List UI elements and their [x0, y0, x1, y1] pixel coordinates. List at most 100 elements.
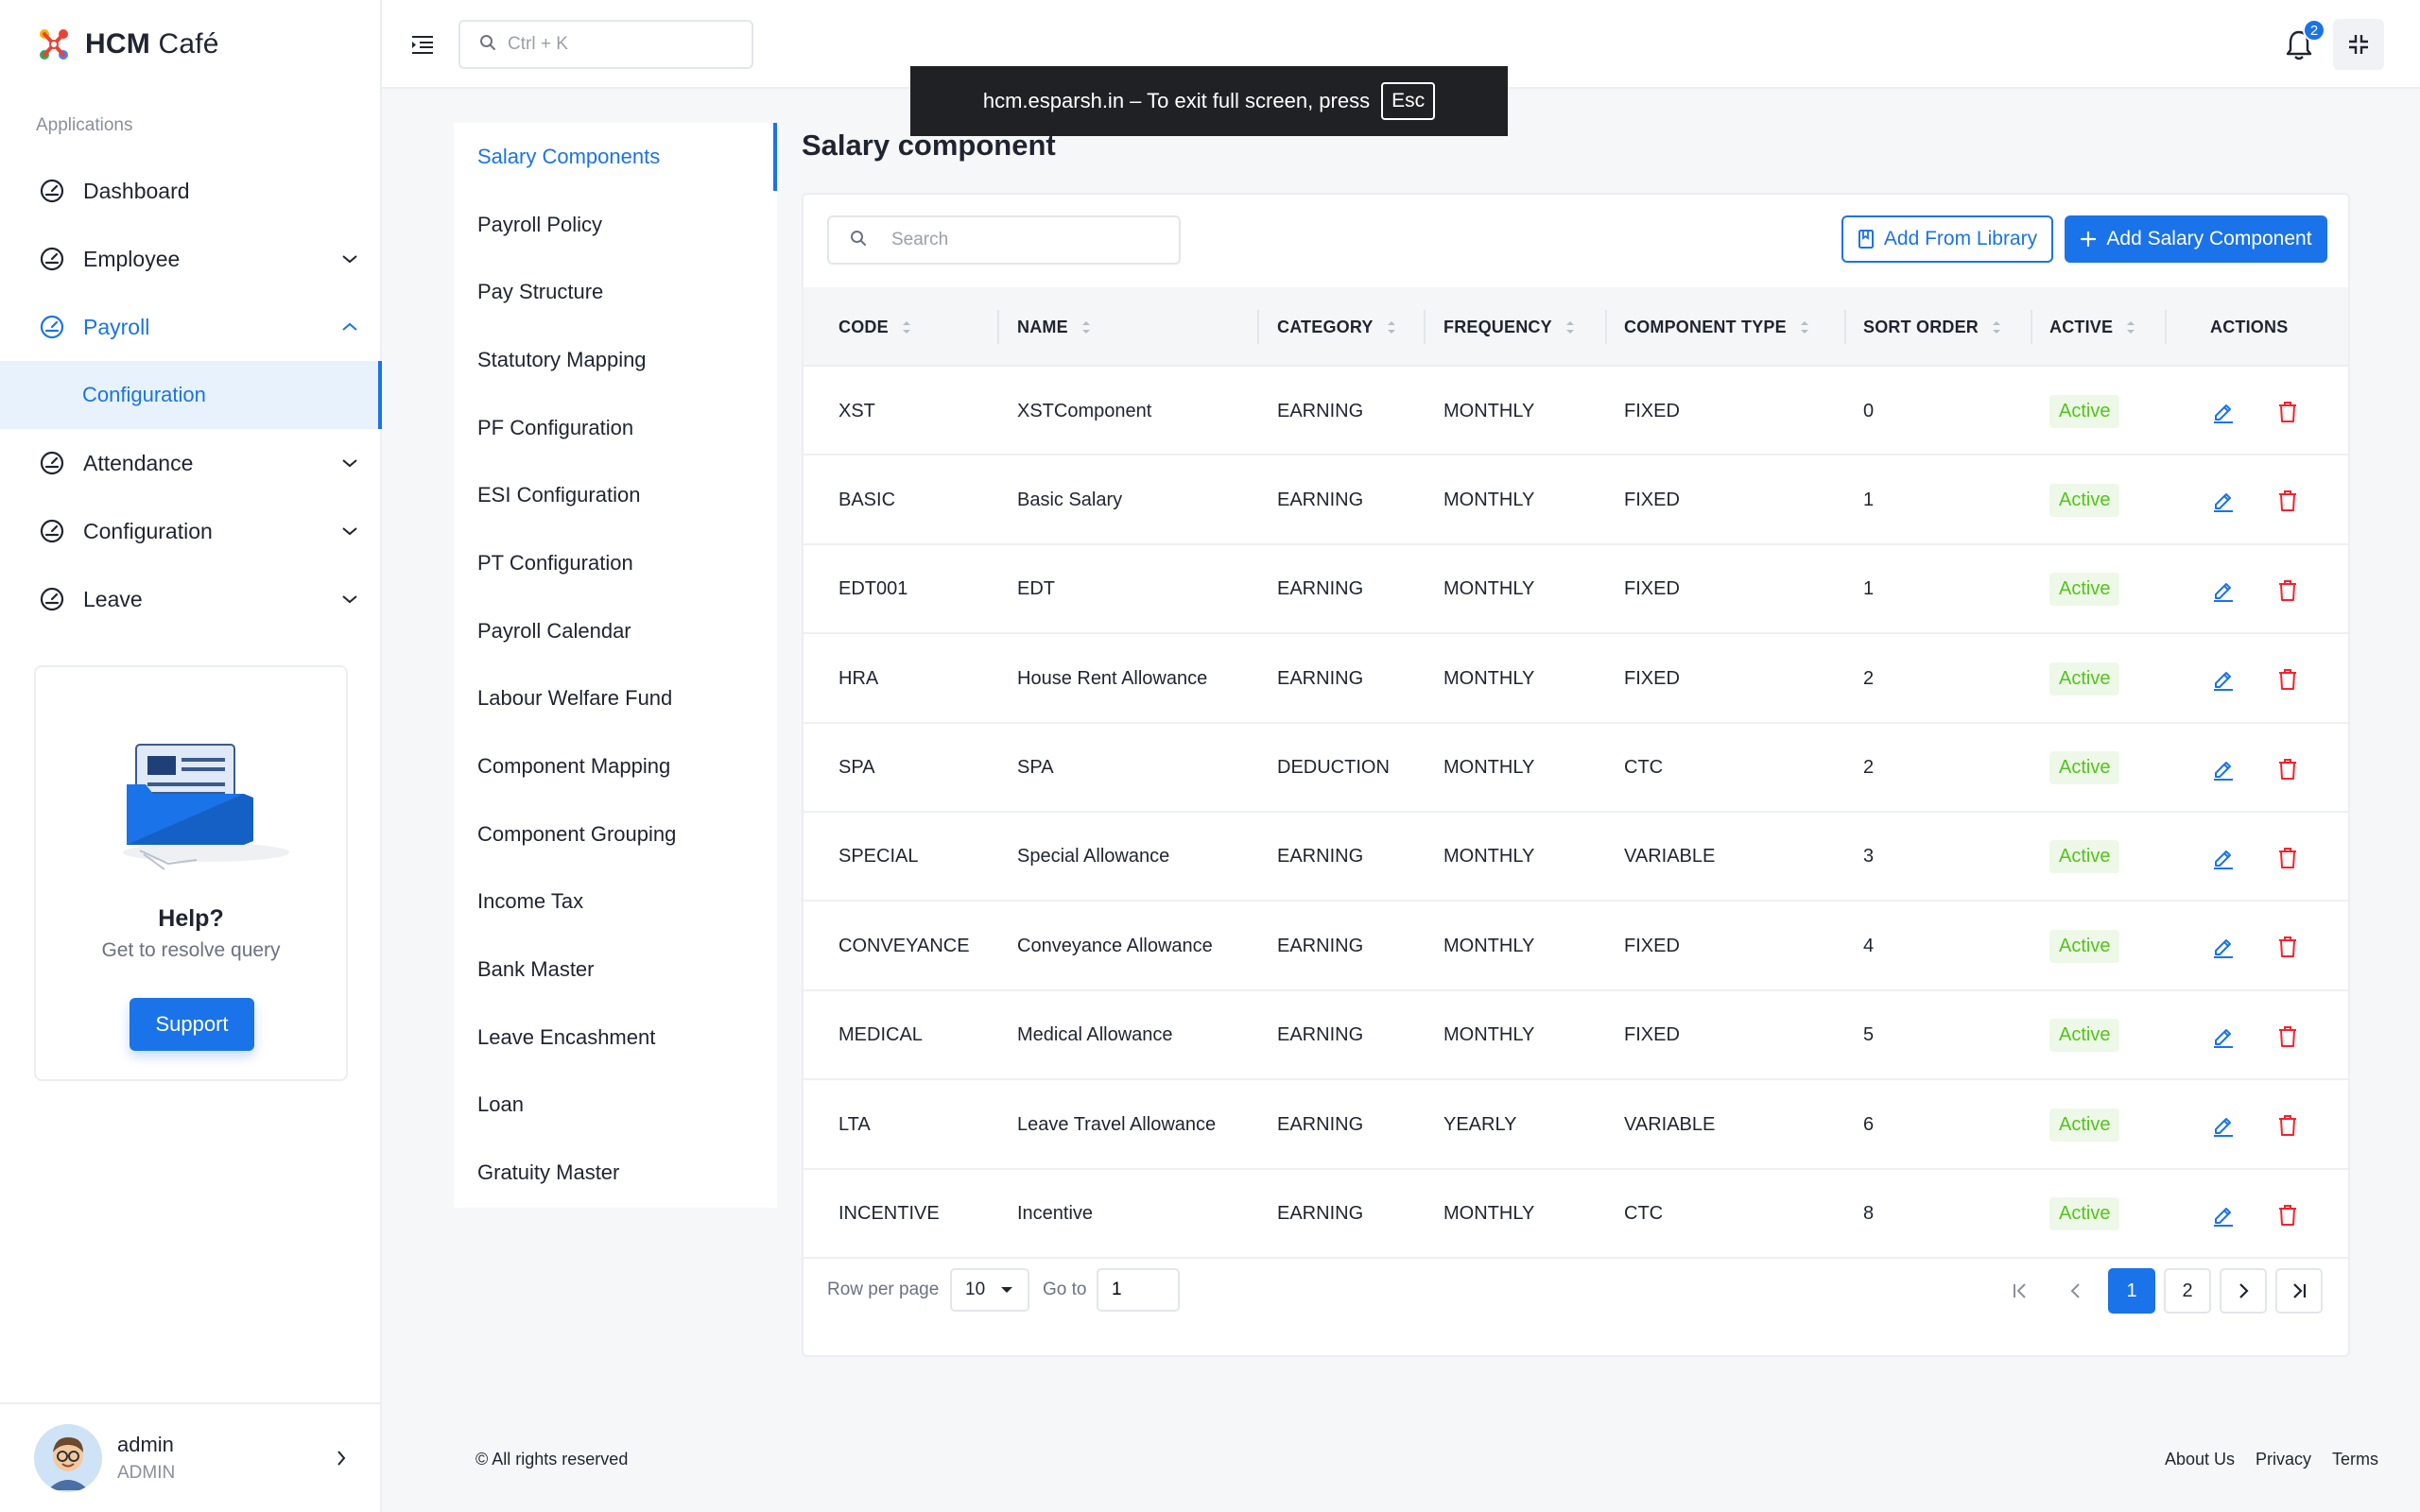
next-page-button[interactable] — [2220, 1268, 2267, 1314]
config-menu-item-pf-configuration[interactable]: PF Configuration — [454, 394, 777, 462]
cell-category: DEDUCTION — [1277, 757, 1390, 779]
trash-icon[interactable] — [2274, 488, 2301, 514]
cell-sort-order: 4 — [1863, 935, 1875, 956]
nav-label: Dashboard — [83, 178, 190, 203]
config-menu-item-leave-encashment[interactable]: Leave Encashment — [454, 1004, 777, 1072]
add-salary-component-button[interactable]: Add Salary Component — [2065, 215, 2327, 263]
nav-item-configuration[interactable]: Configuration — [0, 497, 382, 565]
caret-down-icon — [1001, 1287, 1013, 1293]
table-row: XST XSTComponent EARNING MONTHLY FIXED 0 Activ… — [804, 367, 2348, 456]
status-badge: Active — [2049, 662, 2120, 696]
column-header-category[interactable]: CATEGORY — [1277, 287, 1396, 367]
rows-per-page-select[interactable]: 10 — [950, 1268, 1029, 1312]
last-page-button[interactable] — [2275, 1268, 2323, 1314]
edit-icon[interactable] — [2210, 845, 2237, 871]
edit-icon[interactable] — [2210, 756, 2237, 782]
cell-code: XST — [838, 400, 875, 421]
prev-page-button[interactable] — [2052, 1268, 2100, 1314]
trash-icon[interactable] — [2274, 666, 2301, 693]
nav-item-employee[interactable]: Employee — [0, 225, 382, 293]
fullscreen-exit-button[interactable] — [2333, 19, 2384, 70]
page-button-1[interactable]: 1 — [2108, 1268, 2155, 1314]
notification-count-badge: 2 — [2303, 19, 2325, 42]
edit-icon[interactable] — [2210, 488, 2237, 514]
column-header-sort-order[interactable]: SORT ORDER — [1863, 287, 2001, 367]
dashboard-gauge-icon — [38, 245, 66, 273]
table-search-input[interactable] — [891, 230, 1156, 250]
user-profile[interactable]: admin ADMIN — [0, 1402, 382, 1512]
footer-link-terms[interactable]: Terms — [2332, 1450, 2378, 1469]
config-menu-item-esi-configuration[interactable]: ESI Configuration — [454, 461, 777, 529]
trash-icon[interactable] — [2274, 845, 2301, 871]
edit-icon[interactable] — [2210, 1023, 2237, 1050]
trash-icon[interactable] — [2274, 756, 2301, 782]
nav-item-leave[interactable]: Leave — [0, 565, 382, 633]
table-search[interactable] — [827, 215, 1181, 265]
page-button-2[interactable]: 2 — [2164, 1268, 2211, 1314]
cell-code: SPA — [838, 757, 875, 779]
global-search[interactable] — [458, 20, 753, 69]
footer-link-about[interactable]: About Us — [2165, 1450, 2235, 1469]
trash-icon[interactable] — [2274, 1023, 2301, 1050]
config-menu-item-payroll-policy[interactable]: Payroll Policy — [454, 191, 777, 259]
edit-icon[interactable] — [2210, 577, 2237, 604]
footer-link-privacy[interactable]: Privacy — [2256, 1450, 2311, 1469]
nav-item-dashboard[interactable]: Dashboard — [0, 157, 382, 225]
cell-name: Basic Salary — [1017, 489, 1123, 510]
trash-icon[interactable] — [2274, 934, 2301, 960]
edit-icon[interactable] — [2210, 399, 2237, 425]
edit-icon[interactable] — [2210, 934, 2237, 960]
column-header-name[interactable]: NAME — [1017, 287, 1091, 367]
cell-active: Active — [2049, 545, 2120, 634]
config-menu-item-income-tax[interactable]: Income Tax — [454, 868, 777, 936]
brand-logo[interactable]: HCM Café — [34, 23, 219, 66]
notifications-button[interactable]: 2 — [2282, 19, 2325, 62]
column-header-frequency[interactable]: FREQUENCY — [1443, 287, 1575, 367]
config-menu-item-labour-welfare-fund[interactable]: Labour Welfare Fund — [454, 665, 777, 733]
cell-name: Conveyance Allowance — [1017, 935, 1213, 956]
edit-icon[interactable] — [2210, 666, 2237, 693]
config-menu-item-payroll-calendar[interactable]: Payroll Calendar — [454, 597, 777, 665]
edit-icon[interactable] — [2210, 1112, 2237, 1139]
cell-frequency: MONTHLY — [1443, 1024, 1535, 1046]
nav-subitem-payroll-configuration[interactable]: Configuration — [0, 361, 382, 429]
nav-item-attendance[interactable]: Attendance — [0, 429, 382, 497]
table-row: EDT001 EDT EARNING MONTHLY FIXED 1 Active — [804, 545, 2348, 635]
dashboard-gauge-icon — [38, 449, 66, 477]
go-to-page-input[interactable] — [1097, 1268, 1180, 1312]
config-menu-item-salary-components[interactable]: Salary Components — [454, 123, 777, 191]
menu-indent-icon[interactable] — [406, 28, 439, 60]
global-search-input[interactable] — [508, 34, 735, 55]
config-menu-item-pt-configuration[interactable]: PT Configuration — [454, 529, 777, 597]
column-header-component-type[interactable]: COMPONENT TYPE — [1624, 287, 1809, 367]
config-menu-item-component-grouping[interactable]: Component Grouping — [454, 800, 777, 868]
config-menu-item-loan[interactable]: Loan — [454, 1072, 777, 1140]
go-to-label: Go to — [1043, 1280, 1087, 1299]
config-menu-item-bank-master[interactable]: Bank Master — [454, 936, 777, 1004]
config-menu-item-component-mapping[interactable]: Component Mapping — [454, 732, 777, 800]
config-menu-item-pay-structure[interactable]: Pay Structure — [454, 258, 777, 326]
nav-item-payroll[interactable]: Payroll — [0, 293, 382, 361]
cell-sort-order: 6 — [1863, 1113, 1875, 1135]
add-from-library-button[interactable]: Add From Library — [1841, 215, 2053, 263]
brand-name: HCM Café — [85, 28, 219, 60]
support-button[interactable]: Support — [130, 998, 254, 1051]
first-page-button[interactable] — [1996, 1268, 2044, 1314]
cell-name: SPA — [1017, 757, 1054, 779]
chevron-right-icon[interactable] — [327, 1450, 355, 1467]
config-menu-item-statutory-mapping[interactable]: Statutory Mapping — [454, 326, 777, 394]
trash-icon[interactable] — [2274, 1112, 2301, 1139]
sort-icon — [1387, 320, 1396, 335]
help-title: Help? — [158, 905, 224, 932]
help-card: Help? Get to resolve query Support — [34, 665, 348, 1081]
edit-icon[interactable] — [2210, 1202, 2237, 1228]
column-divider — [2165, 310, 2167, 344]
sort-icon — [1081, 320, 1091, 335]
trash-icon[interactable] — [2274, 399, 2301, 425]
trash-icon[interactable] — [2274, 577, 2301, 604]
column-header-active[interactable]: ACTIVE — [2049, 287, 2135, 367]
column-header-code[interactable]: CODE — [838, 287, 911, 367]
trash-icon[interactable] — [2274, 1202, 2301, 1228]
config-menu-item-gratuity-master[interactable]: Gratuity Master — [454, 1139, 777, 1207]
fullscreen-toast: hcm.esparsh.in – To exit full screen, pr… — [910, 66, 1508, 136]
